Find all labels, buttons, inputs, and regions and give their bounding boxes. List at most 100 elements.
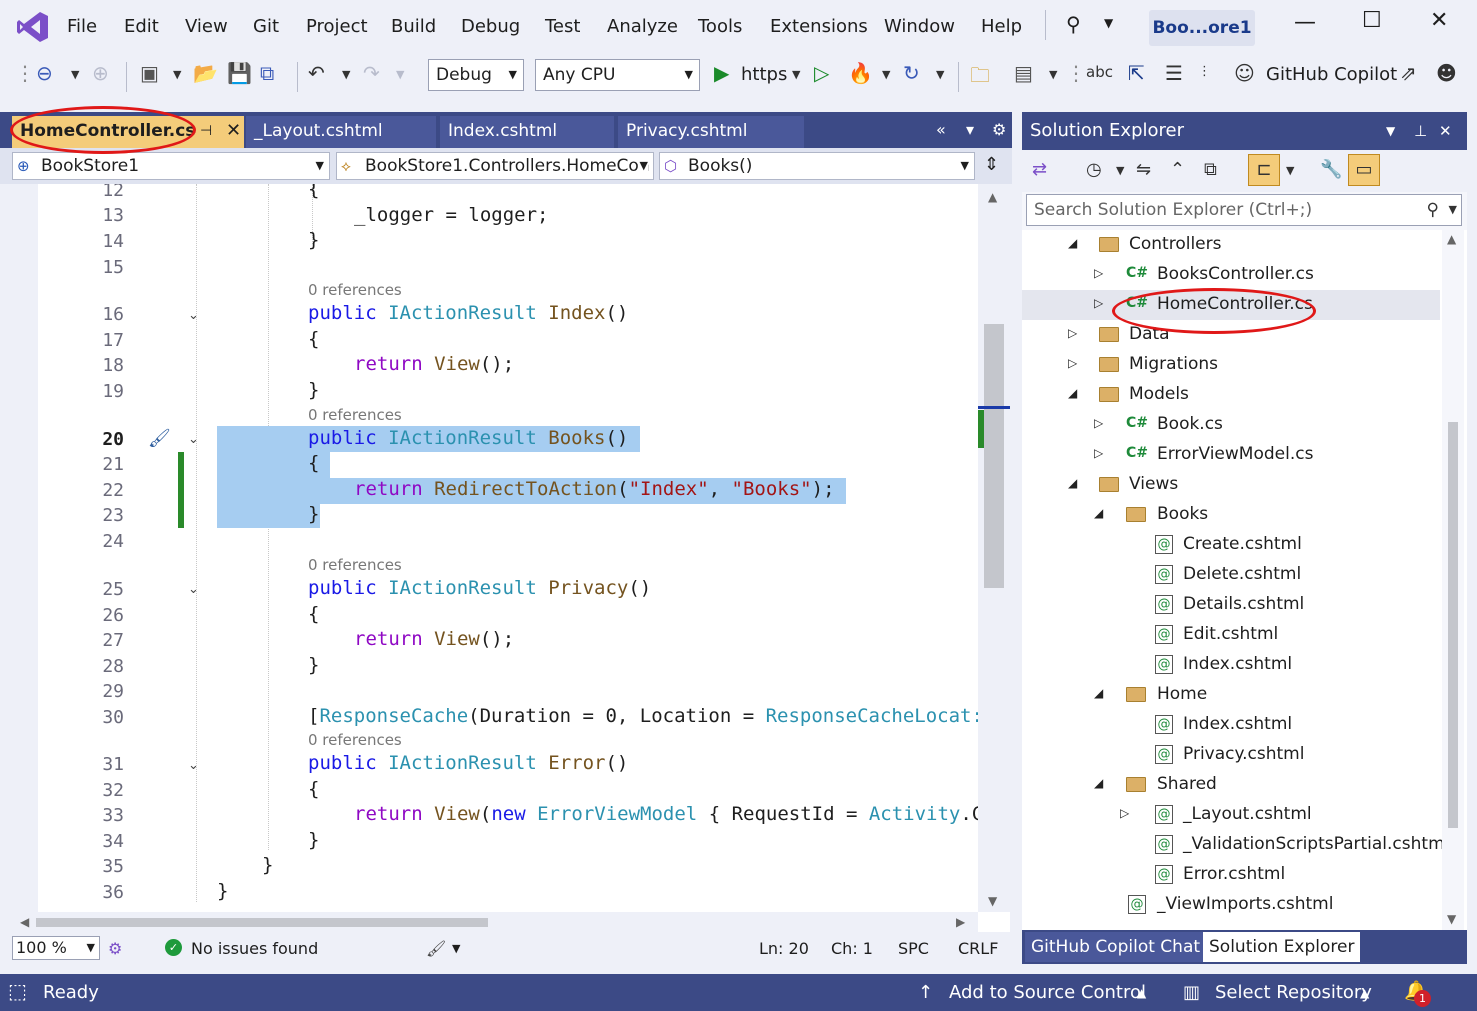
close-icon[interactable]: ✕: [226, 116, 241, 146]
collapse-all-icon[interactable]: ⌃: [1170, 159, 1185, 180]
pin-icon[interactable]: ⊥: [1414, 112, 1427, 150]
chevron-down-icon[interactable]: ▼: [396, 68, 404, 81]
tree-item-error-view-model[interactable]: ▷ C# ErrorViewModel.cs: [1022, 440, 1440, 470]
codelens-references[interactable]: 0 references: [308, 406, 402, 424]
tree-item-details-view[interactable]: @ Details.cshtml: [1022, 590, 1440, 620]
tree-item-home-controller[interactable]: ▷ C# HomeController.cs: [1022, 290, 1440, 320]
zoom-select[interactable]: 100 % ▼: [12, 936, 100, 960]
close-icon[interactable]: ✕: [1439, 112, 1452, 150]
codelens-references[interactable]: 0 references: [308, 556, 402, 574]
save-all-icon[interactable]: ⧉: [260, 61, 274, 85]
window-position-icon[interactable]: ▼: [1386, 112, 1395, 150]
tab-overflow-icon[interactable]: «: [936, 120, 946, 139]
collapsed-triangle-icon[interactable]: ▷: [1094, 296, 1103, 310]
chevron-down-icon[interactable]: ▼: [1286, 164, 1294, 177]
tree-item-models[interactable]: ◢ Models: [1022, 380, 1440, 410]
tree-item-controllers[interactable]: ◢ Controllers: [1022, 230, 1440, 260]
scroll-up-icon[interactable]: ▲: [988, 190, 997, 204]
menu-project[interactable]: Project: [306, 16, 368, 37]
start-debugging-icon[interactable]: ▶: [714, 61, 729, 85]
tree-item-books-folder[interactable]: ◢ Books: [1022, 500, 1440, 530]
tab-layout[interactable]: _Layout.cshtml: [246, 116, 436, 148]
chevron-down-icon[interactable]: ▼: [792, 68, 800, 81]
chevron-down-icon[interactable]: ▼: [1116, 164, 1124, 177]
sync-with-document-icon[interactable]: ⇋: [1136, 159, 1151, 180]
tab-index[interactable]: Index.cshtml: [440, 116, 614, 148]
collapse-chevron-icon[interactable]: ⌄: [188, 432, 199, 447]
menu-build[interactable]: Build: [391, 16, 436, 37]
tab-privacy[interactable]: Privacy.cshtml: [618, 116, 804, 148]
menu-file[interactable]: File: [67, 16, 97, 37]
preview-pane-icon[interactable]: ▭: [1348, 154, 1380, 186]
chevron-down-icon[interactable]: ▼: [1104, 16, 1113, 30]
code-editor[interactable]: 🖌 12 13 14 15 16 17 18 19 20 21 22 23 24…: [12, 184, 1010, 932]
add-to-source-control-button[interactable]: Add to Source Control: [949, 982, 1146, 1003]
tree-item-home-folder[interactable]: ◢ Home: [1022, 680, 1440, 710]
maximize-icon[interactable]: ☐: [1362, 8, 1382, 33]
start-without-debugging-icon[interactable]: ▷: [814, 61, 829, 85]
feedback-icon[interactable]: ☻: [1436, 61, 1457, 85]
copilot-button[interactable]: GitHub Copilot: [1266, 64, 1397, 85]
select-repository-button[interactable]: Select Repository: [1215, 982, 1372, 1003]
scroll-up-icon[interactable]: ▲: [1447, 232, 1456, 246]
chevron-down-icon[interactable]: ▼: [71, 68, 79, 81]
type-select[interactable]: ⟡ BookStore1.Controllers.HomeCon ▼: [336, 152, 654, 180]
collapse-chevron-icon[interactable]: ⌄: [188, 758, 199, 773]
menu-edit[interactable]: Edit: [124, 16, 159, 37]
expanded-triangle-icon[interactable]: ◢: [1094, 776, 1103, 790]
properties-wrench-icon[interactable]: 🔧: [1320, 159, 1342, 180]
collapsed-triangle-icon[interactable]: ▷: [1094, 266, 1103, 280]
tab-github-copilot-chat[interactable]: GitHub Copilot Chat: [1025, 932, 1207, 962]
member-select[interactable]: ⬡ Books() ▼: [659, 152, 975, 180]
menu-tools[interactable]: Tools: [698, 16, 742, 37]
chevron-down-icon[interactable]: ▼: [936, 68, 944, 81]
select-element-icon[interactable]: ⇱: [1128, 61, 1145, 85]
tree-item-delete-view[interactable]: @ Delete.cshtml: [1022, 560, 1440, 590]
line-ending-indicator[interactable]: CRLF: [958, 939, 998, 958]
menu-test[interactable]: Test: [545, 16, 580, 37]
document-outline-icon[interactable]: ☰: [1165, 61, 1183, 85]
scrollbar-thumb[interactable]: [36, 918, 488, 927]
tree-item-books-controller[interactable]: ▷ C# BooksController.cs: [1022, 260, 1440, 290]
chevron-up-icon[interactable]: ▲: [1360, 986, 1369, 1000]
hot-reload-icon[interactable]: 🔥: [848, 61, 873, 85]
collapsed-triangle-icon[interactable]: ▷: [1068, 356, 1077, 370]
collapse-chevron-icon[interactable]: ⌄: [188, 582, 199, 597]
chevron-down-icon[interactable]: ▼: [173, 68, 181, 81]
expanded-triangle-icon[interactable]: ◢: [1068, 236, 1077, 250]
navigate-forward-icon[interactable]: ⊕: [92, 61, 109, 85]
editor-vertical-scrollbar[interactable]: ▲ ▼: [978, 184, 1010, 912]
expanded-triangle-icon[interactable]: ◢: [1094, 686, 1103, 700]
new-project-icon[interactable]: ▣: [140, 61, 159, 85]
tree-item-layout-view[interactable]: ▷ @ _Layout.cshtml: [1022, 800, 1440, 830]
tree-item-edit-view[interactable]: @ Edit.cshtml: [1022, 620, 1440, 650]
scroll-down-icon[interactable]: ▼: [1447, 912, 1456, 926]
close-icon[interactable]: ✕: [1430, 8, 1448, 33]
gear-icon[interactable]: ⚙: [992, 120, 1006, 139]
overflow-chevron-icon[interactable]: ⋮: [1198, 64, 1211, 79]
collapse-chevron-icon[interactable]: ⌄: [188, 308, 199, 323]
minimize-icon[interactable]: —: [1294, 10, 1316, 35]
menu-debug[interactable]: Debug: [461, 16, 520, 37]
scroll-right-icon[interactable]: ▶: [956, 915, 965, 929]
split-editor-icon[interactable]: ⇕: [984, 154, 999, 175]
quick-actions-brush-icon[interactable]: 🖌: [148, 428, 171, 449]
run-target-label[interactable]: https: [741, 64, 787, 85]
tree-item-create-view[interactable]: @ Create.cshtml: [1022, 530, 1440, 560]
tree-item-books-index-view[interactable]: @ Index.cshtml: [1022, 650, 1440, 680]
codelens-references[interactable]: 0 references: [308, 731, 402, 749]
navigate-back-icon[interactable]: ⊖: [36, 61, 53, 85]
scrollbar-thumb[interactable]: [984, 324, 1004, 588]
collapsed-triangle-icon[interactable]: ▷: [1094, 416, 1103, 430]
pending-changes-icon[interactable]: ◷: [1086, 159, 1102, 180]
expanded-triangle-icon[interactable]: ◢: [1068, 386, 1077, 400]
find-in-files-icon[interactable]: 🗀: [970, 61, 990, 95]
tree-item-book[interactable]: ▷ C# Book.cs: [1022, 410, 1440, 440]
switch-views-icon[interactable]: ⇄: [1032, 159, 1047, 180]
solution-explorer-search-input[interactable]: Search Solution Explorer (Ctrl+;) ⚲ ▼: [1026, 194, 1462, 226]
tree-item-migrations[interactable]: ▷ Migrations: [1022, 350, 1440, 380]
expanded-triangle-icon[interactable]: ◢: [1094, 506, 1103, 520]
collapsed-triangle-icon[interactable]: ▷: [1120, 806, 1129, 820]
chevron-down-icon[interactable]: ▼: [882, 68, 890, 81]
issues-status[interactable]: No issues found: [191, 939, 318, 958]
